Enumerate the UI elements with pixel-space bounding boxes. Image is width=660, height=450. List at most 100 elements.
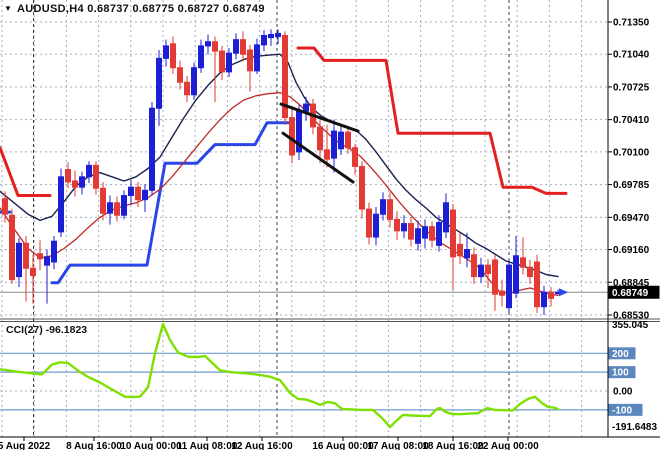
candle-body bbox=[30, 267, 36, 277]
candle-body bbox=[471, 254, 477, 278]
candle-body bbox=[499, 290, 505, 296]
candle-body bbox=[492, 259, 498, 295]
price-tick-label: 0.71350 bbox=[613, 18, 650, 29]
candle-body bbox=[338, 131, 344, 150]
candle-body bbox=[303, 103, 309, 112]
candle-body bbox=[79, 176, 85, 188]
candle-body bbox=[429, 226, 435, 241]
candle-body bbox=[114, 202, 120, 216]
candle-body bbox=[23, 242, 29, 269]
candle-body bbox=[240, 39, 246, 55]
candle-body bbox=[359, 165, 365, 210]
candle-body bbox=[170, 43, 176, 69]
candle-body bbox=[212, 41, 218, 52]
price-tick-label: 0.70725 bbox=[613, 82, 650, 93]
candle-body bbox=[100, 187, 106, 214]
candle-body bbox=[135, 186, 141, 201]
candle-body bbox=[394, 218, 400, 232]
time-tick-label: 22 Aug 00:00 bbox=[477, 441, 539, 450]
candle-body bbox=[408, 223, 414, 240]
candle-body bbox=[366, 208, 372, 238]
time-tick-label: 10 Aug 00:00 bbox=[120, 441, 182, 450]
resistance-step-line bbox=[0, 146, 52, 197]
cci-level-badge-label: 100 bbox=[612, 368, 629, 379]
candle-body bbox=[233, 39, 239, 54]
candle-body bbox=[415, 228, 421, 244]
candle-body bbox=[149, 107, 155, 191]
candle-body bbox=[422, 226, 428, 239]
current-price-arrow bbox=[559, 288, 568, 297]
candle-body bbox=[219, 50, 225, 73]
price-tick-label: 0.69470 bbox=[613, 213, 650, 224]
candlesticks bbox=[2, 29, 561, 315]
candle-body bbox=[58, 176, 64, 233]
candle-body bbox=[261, 35, 267, 46]
candle-body bbox=[478, 264, 484, 278]
candle-body bbox=[44, 256, 50, 266]
candle-body bbox=[72, 180, 78, 188]
candle-body bbox=[534, 261, 540, 308]
candle-body bbox=[548, 291, 554, 299]
cci-zero-label: 0.00 bbox=[613, 387, 633, 398]
candle-body bbox=[65, 169, 71, 183]
candle-body bbox=[506, 264, 512, 309]
candle-body bbox=[37, 253, 43, 260]
time-tick-label: 11 Aug 08:00 bbox=[177, 441, 238, 450]
candle-body bbox=[464, 249, 470, 259]
candle-body bbox=[275, 32, 281, 38]
candle-body bbox=[86, 164, 92, 178]
candle-body bbox=[541, 291, 547, 308]
candle-body bbox=[401, 223, 407, 232]
time-tick-label: 5 Aug 2022 bbox=[0, 441, 51, 450]
candle-body bbox=[373, 213, 379, 238]
price-chart-svg[interactable]: 0.71350 0.71040 0.70725 0.70410 0.70100 0.697… bbox=[0, 0, 660, 450]
time-tick-label: 12 Aug 16:00 bbox=[231, 441, 293, 450]
chart-window[interactable]: ▼ AUDUSD,H4 0.68737 0.68775 0.68727 0.68… bbox=[0, 0, 660, 450]
candle-body bbox=[9, 214, 15, 281]
candle-body bbox=[177, 67, 183, 83]
cci-polyline bbox=[0, 322, 560, 429]
candle-body bbox=[457, 243, 463, 257]
symbol-dropdown-icon[interactable]: ▼ bbox=[4, 5, 12, 13]
candle-body bbox=[450, 209, 456, 258]
grid bbox=[0, 0, 608, 437]
candle-body bbox=[163, 45, 169, 59]
candle-body bbox=[345, 131, 351, 149]
candle-body bbox=[443, 202, 449, 233]
price-tick-label: 0.71040 bbox=[613, 50, 650, 61]
candle-body bbox=[121, 195, 127, 216]
cci-indicator-label: CCI(27) -96.1823 bbox=[6, 324, 87, 336]
cci-min-label: -191.6483 bbox=[612, 422, 657, 433]
candle-body bbox=[198, 45, 204, 69]
candle-body bbox=[436, 222, 442, 246]
candle-body bbox=[226, 52, 232, 73]
candle-body bbox=[191, 67, 197, 96]
time-tick-label: 16 Aug 00:00 bbox=[312, 441, 374, 450]
candle-body bbox=[331, 130, 337, 159]
candle-body bbox=[156, 57, 162, 109]
candle-body bbox=[2, 198, 8, 215]
candle-body bbox=[485, 264, 491, 274]
candle-body bbox=[205, 41, 211, 47]
candle-body bbox=[289, 117, 295, 156]
candle-body bbox=[513, 255, 519, 294]
candle-body bbox=[184, 81, 190, 96]
candle-body bbox=[142, 189, 148, 201]
candle-body bbox=[352, 147, 358, 167]
cci-value: -96.1823 bbox=[45, 324, 88, 336]
candle-body bbox=[128, 186, 134, 197]
cci-level-badge-label: -100 bbox=[612, 405, 632, 416]
price-tick-label: 0.69785 bbox=[613, 180, 650, 191]
candle-body bbox=[527, 266, 533, 278]
candle-body bbox=[520, 257, 526, 268]
cci-max-label: 355.045 bbox=[612, 320, 649, 331]
candle-body bbox=[93, 164, 99, 189]
candle-body bbox=[107, 202, 113, 214]
candle-body bbox=[324, 149, 330, 160]
price-tick-label: 0.70100 bbox=[613, 147, 650, 158]
candle-body bbox=[380, 199, 386, 215]
cci-level-badge-label: 200 bbox=[612, 349, 629, 360]
candle-body bbox=[16, 242, 22, 278]
candle-body bbox=[254, 44, 260, 72]
ma-navy bbox=[0, 53, 559, 278]
